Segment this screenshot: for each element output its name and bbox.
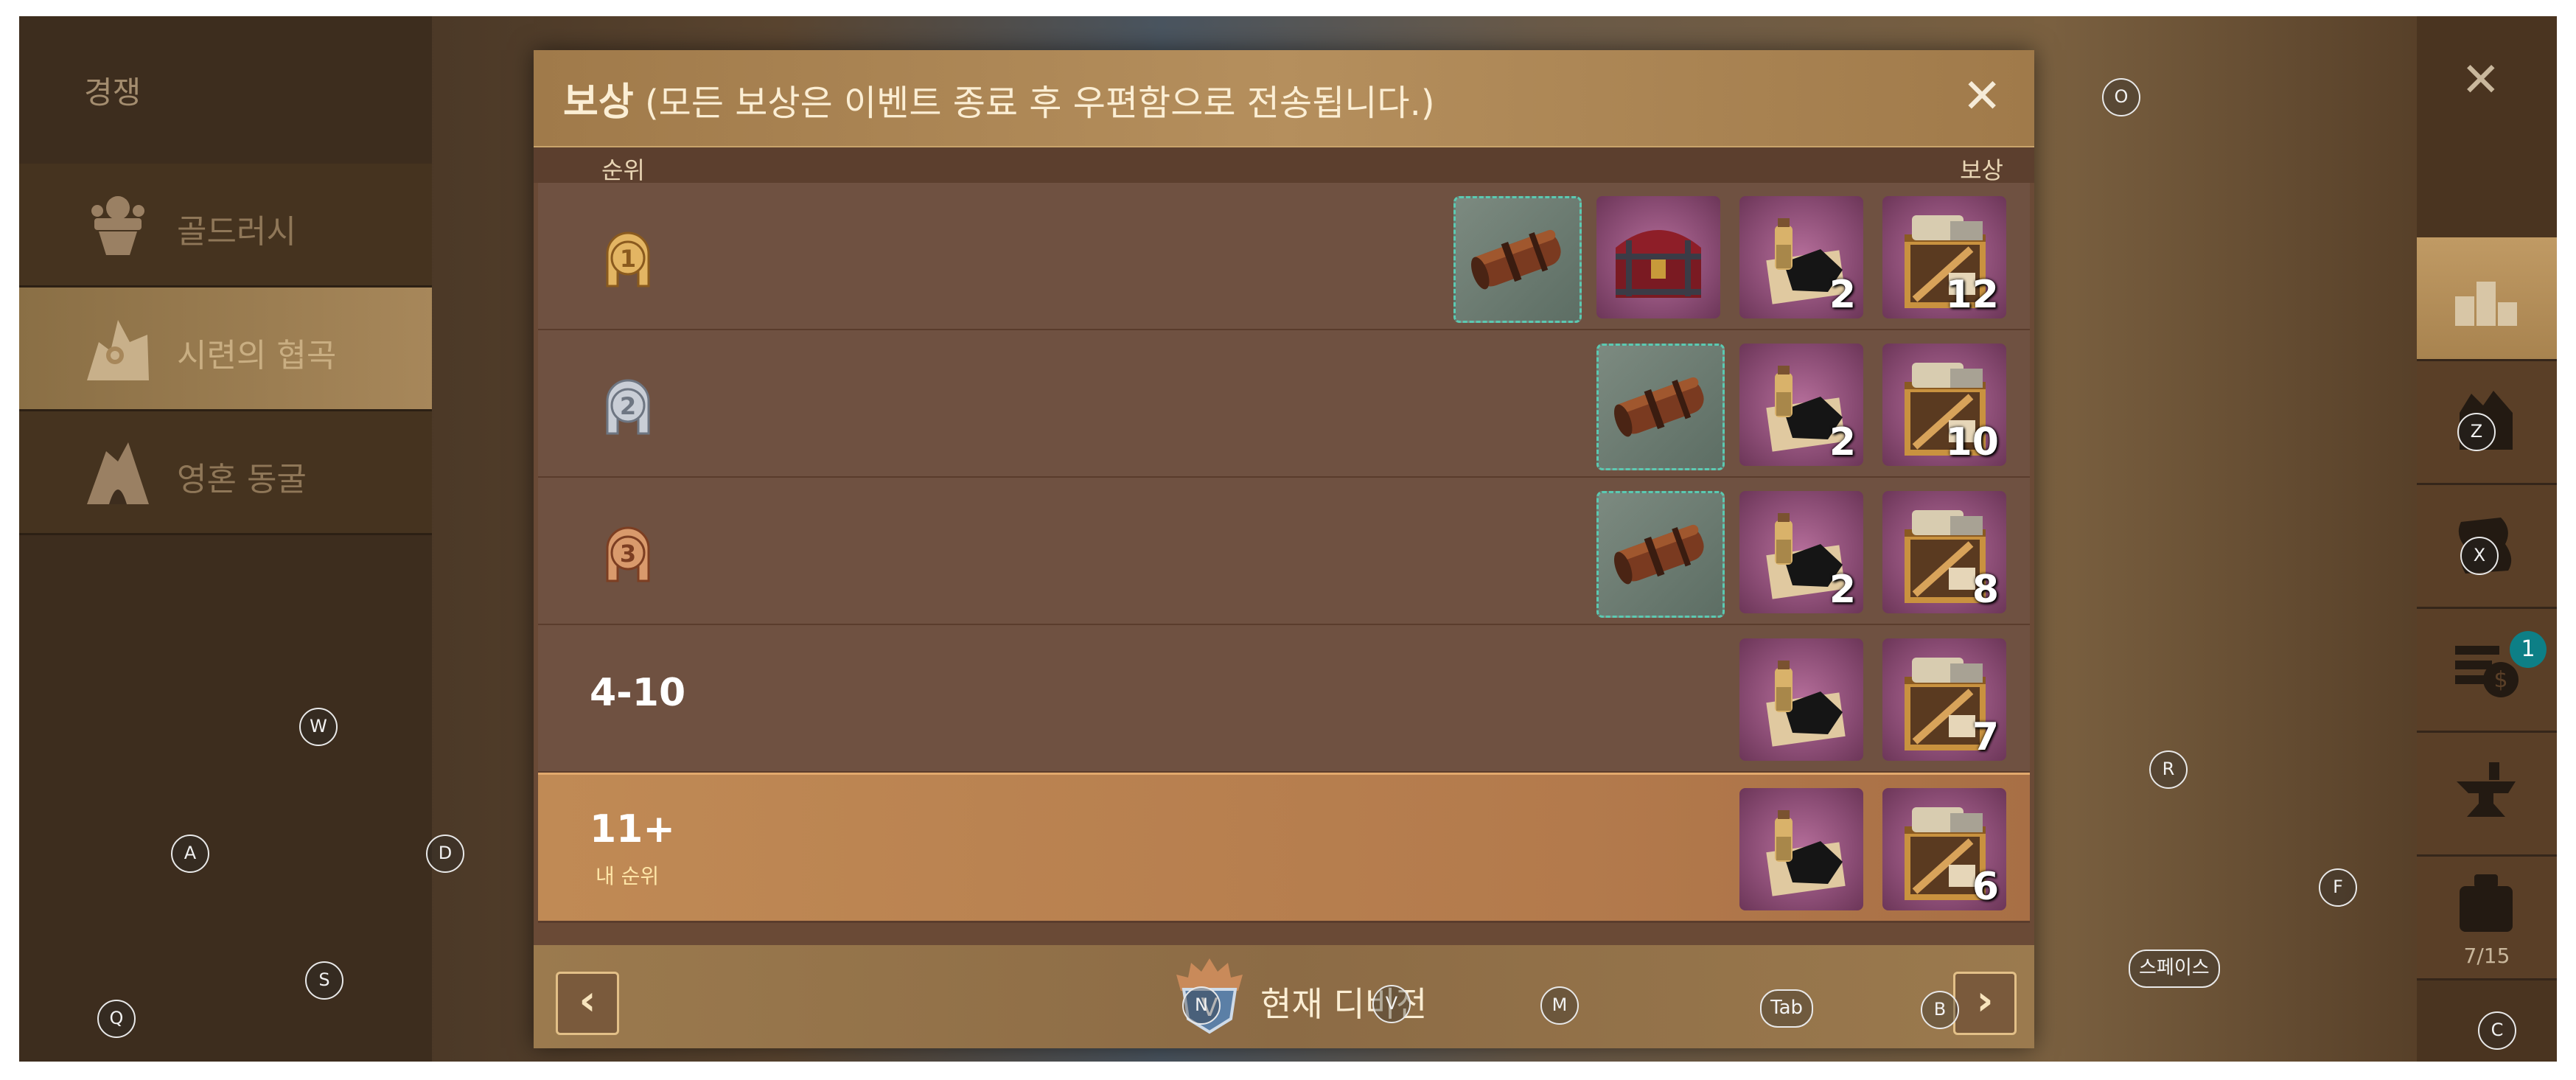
reward-quantity: 10 [1945,420,1999,464]
ore-potion-icon [1766,810,1846,896]
ranking-button[interactable] [2417,237,2557,361]
rank-number: 2 [620,392,636,420]
reward-modal: 보상 (모든 보상은 이벤트 종료 후 우편함으로 전송됩니다.) ✕ 순위 보… [534,50,2034,1048]
rank-number: 1 [620,245,636,273]
reward-column-label: 보상 [1960,156,2003,184]
rank-range-label: 4-10 [590,671,686,715]
reward-row: 11+ 내 순위 6 [538,773,2030,923]
modal-title: 보상 (모든 보상은 이벤트 종료 후 우편함으로 전송됩니다.) [563,71,1435,126]
rank-range-label: 11+ [590,807,675,851]
scroll-case-icon [1471,229,1561,290]
bag-capacity: 7/15 [2463,944,2510,968]
panel-title: 경쟁 [84,74,142,111]
modal-header: 보상 (모든 보상은 이벤트 종료 후 우편함으로 전송됩니다.) ✕ [534,50,2034,149]
reward-item-ore-potion[interactable] [1739,788,1863,910]
menu-label: 골드러시 [177,213,296,251]
svg-text:$: $ [2493,667,2507,693]
key-hint: Q [97,1000,136,1038]
reward-item-treasure-chest[interactable] [1596,196,1720,318]
key-hint: 스페이스 [2129,950,2220,988]
modal-title-main: 보상 [563,80,634,125]
podium-icon [2455,282,2517,326]
close-area: ✕ [2417,16,2557,240]
game-screen: 경쟁 골드러시 시련의 협곡 영혼 동굴 ✕ $ 1 7/15 보상 (모든 보… [19,16,2557,1062]
key-hint: O [2102,78,2140,116]
backpack-icon [2460,874,2513,932]
key-hint: X [2460,537,2499,575]
ore-potion-icon [1766,661,1846,747]
gold-medal-icon: 1 [606,231,650,288]
reward-item-scroll-case[interactable] [1453,196,1582,323]
reward-item-scroll-case[interactable] [1596,344,1725,470]
key-hint: B [1921,991,1959,1029]
notification-badge: 1 [2510,631,2547,668]
rank-column-label: 순위 [601,156,645,184]
reward-item-material-crate[interactable]: 7 [1882,638,2006,761]
left-menu-panel: 경쟁 골드러시 시련의 협곡 영혼 동굴 [19,16,432,1062]
key-hint: N [1182,986,1221,1025]
reward-quantity: 6 [1972,865,1999,909]
reward-row: 3 2 8 [538,478,2030,626]
key-hint: M [1540,986,1579,1025]
menu-label: 시련의 협곡 [177,337,337,374]
scroll-case-icon [1614,377,1704,437]
reward-row: 4-10 7 [538,625,2030,773]
reward-item-material-crate[interactable]: 6 [1882,788,2006,910]
key-hint: Tab [1760,989,1814,1028]
smithing-button[interactable] [2417,733,2557,857]
reward-quantity: 7 [1972,715,1999,759]
reward-item-ore-potion[interactable]: 2 [1739,491,1863,613]
reward-quantity: 2 [1829,568,1856,612]
reward-item-material-crate[interactable]: 10 [1882,344,2006,466]
anvil-icon [2457,762,2516,817]
scroll-case-icon [1614,524,1704,585]
reward-quantity: 2 [1829,273,1856,317]
treasure-chest-icon [1616,230,1701,298]
menu-item-gold-rush[interactable]: 골드러시 [19,164,432,288]
menu-item-soul-cave[interactable]: 영혼 동굴 [19,411,432,535]
close-icon[interactable]: ✕ [1962,71,2002,122]
key-hint: W [299,708,338,746]
bag-button[interactable]: 7/15 [2417,857,2557,980]
key-hint: A [171,835,209,873]
reward-item-material-crate[interactable]: 12 [1882,196,2006,318]
column-header: 순위 보상 [534,147,2034,184]
key-hint: F [2319,868,2357,907]
menu-item-trial-canyon[interactable]: 시련의 협곡 [19,288,432,411]
reward-item-material-crate[interactable]: 8 [1882,491,2006,613]
key-hint: S [305,961,343,1000]
reward-item-ore-potion[interactable] [1739,638,1863,761]
reward-item-ore-potion[interactable]: 2 [1739,344,1863,466]
prev-division-button[interactable]: ‹ [556,972,619,1035]
gold-rush-icon [91,196,144,255]
my-rank-label: 내 순위 [596,864,660,888]
reward-quantity: 2 [1829,420,1856,464]
key-hint: V [1372,985,1411,1023]
reward-row: 2 2 10 [538,330,2030,478]
cave-icon [87,442,149,504]
close-icon[interactable]: ✕ [2461,53,2501,108]
reward-row: 1 2 12 [538,183,2030,331]
bronze-medal-icon: 3 [606,526,650,582]
finance-button[interactable]: $ 1 [2417,609,2557,733]
key-hint: R [2149,750,2188,789]
reward-item-scroll-case[interactable] [1596,491,1725,618]
modal-title-note: (모든 보상은 이벤트 종료 후 우편함으로 전송됩니다.) [644,83,1435,124]
silver-medal-icon: 2 [606,379,650,435]
key-hint: Z [2457,413,2496,451]
reward-item-ore-potion[interactable]: 2 [1739,196,1863,318]
reward-quantity: 8 [1972,568,1999,612]
reward-quantity: 12 [1945,273,1999,317]
next-division-button[interactable]: › [1953,972,2017,1035]
menu-label: 영혼 동굴 [177,461,307,498]
rank-number: 3 [620,540,636,568]
key-hint: D [426,835,464,873]
canyon-icon [87,320,149,380]
key-hint: C [2478,1011,2516,1050]
